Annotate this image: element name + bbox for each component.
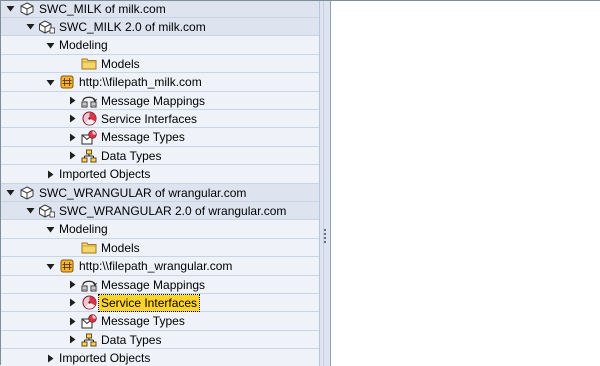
software-component-version-icon	[39, 19, 55, 35]
tree-node-swc-wrangular-of-wrangular-com[interactable]: SWC_WRANGULAR of wrangular.com	[1, 184, 319, 202]
expand-arrow-icon[interactable]	[67, 298, 77, 308]
object-navigation-tree[interactable]: SWC_MILK of milk.com SWC_MILK 2.0 of milk…	[1, 1, 319, 366]
tree-node-label[interactable]: Modeling	[59, 37, 108, 53]
expand-arrow-icon[interactable]	[45, 353, 55, 363]
tree-node-message-mappings[interactable]: Message Mappings	[1, 92, 319, 110]
content-pane	[331, 1, 600, 366]
tree-node-label[interactable]: Message Mappings	[101, 93, 205, 109]
collapse-arrow-icon[interactable]	[5, 4, 15, 14]
tree-node-data-types[interactable]: Data Types	[1, 331, 319, 350]
data-type-icon	[81, 332, 97, 348]
tree-node-label[interactable]: http:\\filepath_milk.com	[79, 74, 202, 90]
splitter-grip-dot	[324, 233, 326, 235]
tree-node-label[interactable]: Message Types	[101, 313, 185, 329]
collapse-arrow-icon[interactable]	[45, 77, 55, 87]
collapse-arrow-icon[interactable]	[25, 206, 35, 216]
software-component-icon	[19, 1, 35, 17]
collapse-arrow-icon[interactable]	[45, 224, 55, 234]
collapse-arrow-icon[interactable]	[25, 22, 35, 32]
tree-node-message-types[interactable]: Message Types	[1, 313, 319, 331]
service-interface-icon	[81, 111, 97, 127]
tree-node-message-types[interactable]: Message Types	[1, 129, 319, 147]
tree-node-swc-milk-2-0-of-milk-com[interactable]: SWC_MILK 2.0 of milk.com	[1, 18, 319, 37]
expand-arrow-icon[interactable]	[67, 335, 77, 345]
window-frame: SWC_MILK of milk.com SWC_MILK 2.0 of milk…	[0, 0, 600, 366]
expand-arrow-icon[interactable]	[67, 96, 77, 106]
tree-node-label[interactable]: SWC_WRANGULAR of wrangular.com	[39, 185, 246, 201]
pane-splitter[interactable]	[319, 1, 331, 366]
collapse-arrow-icon[interactable]	[5, 188, 15, 198]
tree-node-label[interactable]: Data Types	[101, 332, 161, 348]
namespace-icon	[59, 74, 75, 90]
tree-node-label[interactable]: Data Types	[101, 148, 161, 164]
tree-node-label[interactable]: Message Types	[101, 129, 185, 145]
message-mapping-icon	[81, 277, 97, 293]
folder-icon	[81, 240, 97, 256]
folder-icon	[81, 56, 97, 72]
tree-node-modeling[interactable]: Modeling	[1, 221, 319, 239]
tree-node-label[interactable]: Service Interfaces	[101, 111, 197, 127]
tree-node-label[interactable]: Message Mappings	[101, 277, 205, 293]
tree-node-modeling[interactable]: Modeling	[1, 37, 319, 55]
tree-node-label[interactable]: Modeling	[59, 221, 108, 237]
service-interface-icon	[81, 295, 97, 311]
arrow-spacer	[67, 243, 77, 253]
message-type-icon	[81, 129, 97, 145]
splitter-line	[323, 1, 324, 366]
tree-node-label[interactable]: Service Interfaces	[97, 293, 201, 312]
software-component-version-icon	[39, 203, 55, 219]
expand-arrow-icon[interactable]	[67, 316, 77, 326]
message-type-icon	[81, 313, 97, 329]
tree-node-label[interactable]: Models	[101, 56, 140, 72]
data-type-icon	[81, 148, 97, 164]
splitter-grip-dot	[324, 241, 326, 243]
software-component-icon	[19, 185, 35, 201]
tree-node-models[interactable]: Models	[1, 239, 319, 258]
tree-node-label[interactable]: SWC_WRANGULAR 2.0 of wrangular.com	[59, 203, 286, 219]
tree-node-models[interactable]: Models	[1, 55, 319, 74]
tree-node-service-interfaces[interactable]: Service Interfaces	[1, 110, 319, 129]
tree-node-label[interactable]: Models	[101, 240, 140, 256]
tree-node-message-mappings[interactable]: Message Mappings	[1, 276, 319, 294]
arrow-spacer	[67, 59, 77, 69]
tree-node-label[interactable]: http:\\filepath_wrangular.com	[79, 258, 232, 274]
expand-arrow-icon[interactable]	[67, 280, 77, 290]
tree-node-imported-objects[interactable]: Imported Objects	[1, 350, 319, 366]
tree-node-http-filepath-wrangular-com[interactable]: http:\\filepath_wrangular.com	[1, 258, 319, 276]
tree-node-label[interactable]: Imported Objects	[59, 166, 150, 182]
tree-node-http-filepath-milk-com[interactable]: http:\\filepath_milk.com	[1, 74, 319, 92]
tree-node-label[interactable]: SWC_MILK of milk.com	[39, 1, 166, 17]
tree-node-swc-milk-of-milk-com[interactable]: SWC_MILK of milk.com	[1, 1, 319, 18]
expand-arrow-icon[interactable]	[67, 151, 77, 161]
expand-arrow-icon[interactable]	[67, 132, 77, 142]
namespace-icon	[59, 258, 75, 274]
splitter-grip-dot	[324, 237, 326, 239]
message-mapping-icon	[81, 93, 97, 109]
tree-node-data-types[interactable]: Data Types	[1, 147, 319, 166]
collapse-arrow-icon[interactable]	[45, 261, 55, 271]
tree-node-label[interactable]: Imported Objects	[59, 350, 150, 366]
tree-node-service-interfaces[interactable]: Service Interfaces	[1, 293, 319, 313]
tree-node-imported-objects[interactable]: Imported Objects	[1, 166, 319, 184]
tree-node-label[interactable]: SWC_MILK 2.0 of milk.com	[59, 19, 206, 35]
splitter-grip-dot	[324, 229, 326, 231]
collapse-arrow-icon[interactable]	[45, 40, 55, 50]
expand-arrow-icon[interactable]	[45, 169, 55, 179]
expand-arrow-icon[interactable]	[67, 114, 77, 124]
tree-node-swc-wrangular-2-0-of-wrangular-com[interactable]: SWC_WRANGULAR 2.0 of wrangular.com	[1, 202, 319, 221]
